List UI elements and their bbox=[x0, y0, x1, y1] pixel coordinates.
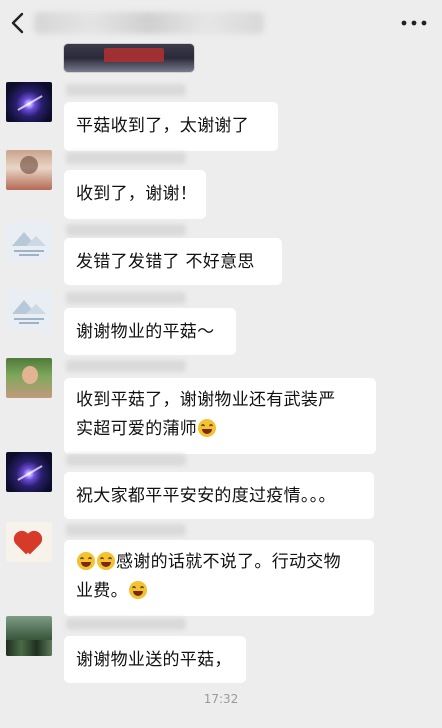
message-text-line: 感谢的话就不说了。行动交物 bbox=[76, 548, 362, 577]
avatar[interactable] bbox=[6, 522, 52, 562]
message-bubble[interactable]: 平菇收到了，太谢谢了 bbox=[64, 102, 278, 151]
thinking-emoji-icon bbox=[198, 419, 217, 437]
sender-name-redacted bbox=[66, 618, 186, 630]
sender-name-redacted bbox=[66, 292, 186, 304]
message-bubble[interactable]: 感谢的话就不说了。行动交物 业费。 bbox=[64, 540, 374, 616]
message-text: 平菇收到了，太谢谢了 bbox=[76, 116, 249, 136]
grinning-emoji-icon bbox=[77, 552, 95, 570]
message-text: 祝大家都平平安安的度过疫情。。。 bbox=[76, 486, 336, 506]
avatar[interactable] bbox=[6, 82, 52, 122]
sender-name-redacted bbox=[66, 524, 186, 536]
shared-image-thumbnail[interactable] bbox=[64, 44, 194, 72]
message-timestamp: 17:32 bbox=[203, 692, 239, 706]
message-bubble[interactable]: 收到平菇了，谢谢物业还有武装严 实超可爱的蒲师 bbox=[64, 378, 376, 454]
message-text: 发错了发错了 不好意思 bbox=[76, 252, 255, 272]
message-bubble[interactable]: 收到了，谢谢！ bbox=[64, 170, 206, 219]
message-text: 谢谢物业送的平菇， bbox=[76, 650, 232, 670]
chat-title-redacted bbox=[34, 12, 264, 34]
avatar[interactable] bbox=[6, 616, 52, 656]
message-text-line: 实超可爱的蒲师 bbox=[76, 415, 364, 444]
message-text: 谢谢物业的平菇～ bbox=[76, 322, 215, 342]
message-bubble[interactable]: 发错了发错了 不好意思 bbox=[64, 238, 282, 285]
message-text-line: 收到平菇了，谢谢物业还有武装严 bbox=[76, 390, 336, 410]
avatar[interactable] bbox=[6, 222, 52, 262]
grinning-emoji-icon bbox=[97, 552, 115, 570]
message-text: 收到了，谢谢！ bbox=[76, 184, 198, 204]
more-dots-icon[interactable] bbox=[400, 16, 428, 30]
sender-name-redacted bbox=[66, 84, 186, 96]
chat-header bbox=[0, 0, 442, 46]
avatar[interactable] bbox=[6, 290, 52, 330]
message-text-line: 业费。 bbox=[76, 577, 362, 606]
sender-name-redacted bbox=[66, 360, 186, 372]
message-bubble[interactable]: 谢谢物业的平菇～ bbox=[64, 308, 236, 355]
sender-name-redacted bbox=[66, 454, 186, 466]
chat-screen: 平菇收到了，太谢谢了 收到了，谢谢！ 发错了发错了 不好意思 谢谢物业的平菇～ … bbox=[0, 0, 442, 728]
grinning-emoji-icon bbox=[128, 581, 147, 599]
back-icon[interactable] bbox=[8, 10, 28, 36]
sender-name-redacted bbox=[66, 224, 186, 236]
avatar[interactable] bbox=[6, 452, 52, 492]
avatar[interactable] bbox=[6, 358, 52, 398]
sender-name-redacted bbox=[66, 152, 186, 164]
avatar[interactable] bbox=[6, 150, 52, 190]
message-bubble[interactable]: 祝大家都平平安安的度过疫情。。。 bbox=[64, 472, 374, 519]
message-bubble[interactable]: 谢谢物业送的平菇， bbox=[64, 636, 246, 683]
